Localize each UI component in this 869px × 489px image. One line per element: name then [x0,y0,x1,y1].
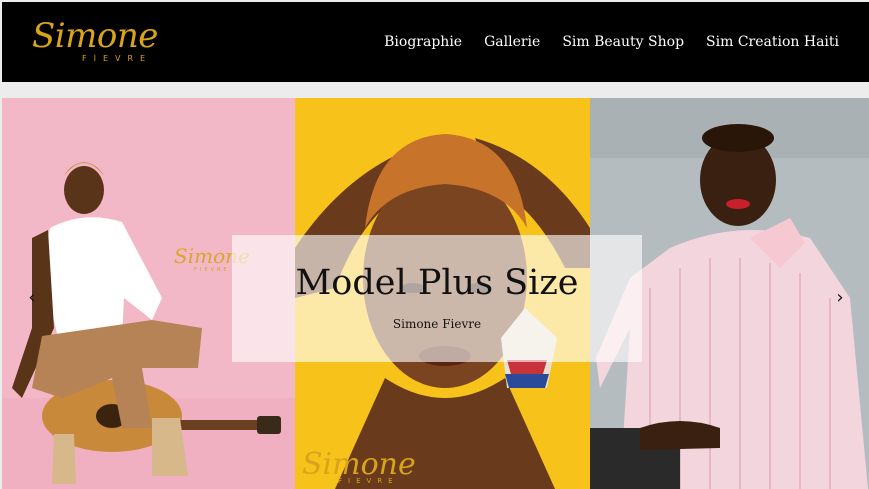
photo-watermark-sub-bottom: FIEVRE [338,477,399,485]
logo-sub-text: FIEVRE [82,54,153,63]
hero-slider: Simone FIEVRE Simone FIEVRE Model Plus S… [2,98,869,489]
nav-link-sim-creation-haiti[interactable]: Sim Creation Haiti [706,32,839,52]
slide-caption-subtitle: Simone Fievre [392,317,482,331]
nav-link-gallerie[interactable]: Gallerie [484,32,540,52]
chevron-left-icon[interactable]: ‹ [22,286,42,310]
slide-caption: Model Plus Size Simone Fievre [232,235,642,362]
nav-link-sim-beauty-shop[interactable]: Sim Beauty Shop [562,32,684,52]
logo-script-text: Simone [32,16,158,56]
photo-watermark-sub: FIEVRE [194,267,230,273]
photo-watermark-script-bottom: Simone [302,447,416,482]
slide-caption-title: Model Plus Size [295,263,579,303]
site-logo[interactable]: Simone FIEVRE [32,16,172,70]
nav-link-biographie[interactable]: Biographie [384,32,462,52]
chevron-right-icon[interactable]: › [830,286,850,310]
main-nav: Biographie Gallerie Sim Beauty Shop Sim … [384,32,839,52]
site-header: Simone FIEVRE Biographie Gallerie Sim Be… [2,2,869,82]
